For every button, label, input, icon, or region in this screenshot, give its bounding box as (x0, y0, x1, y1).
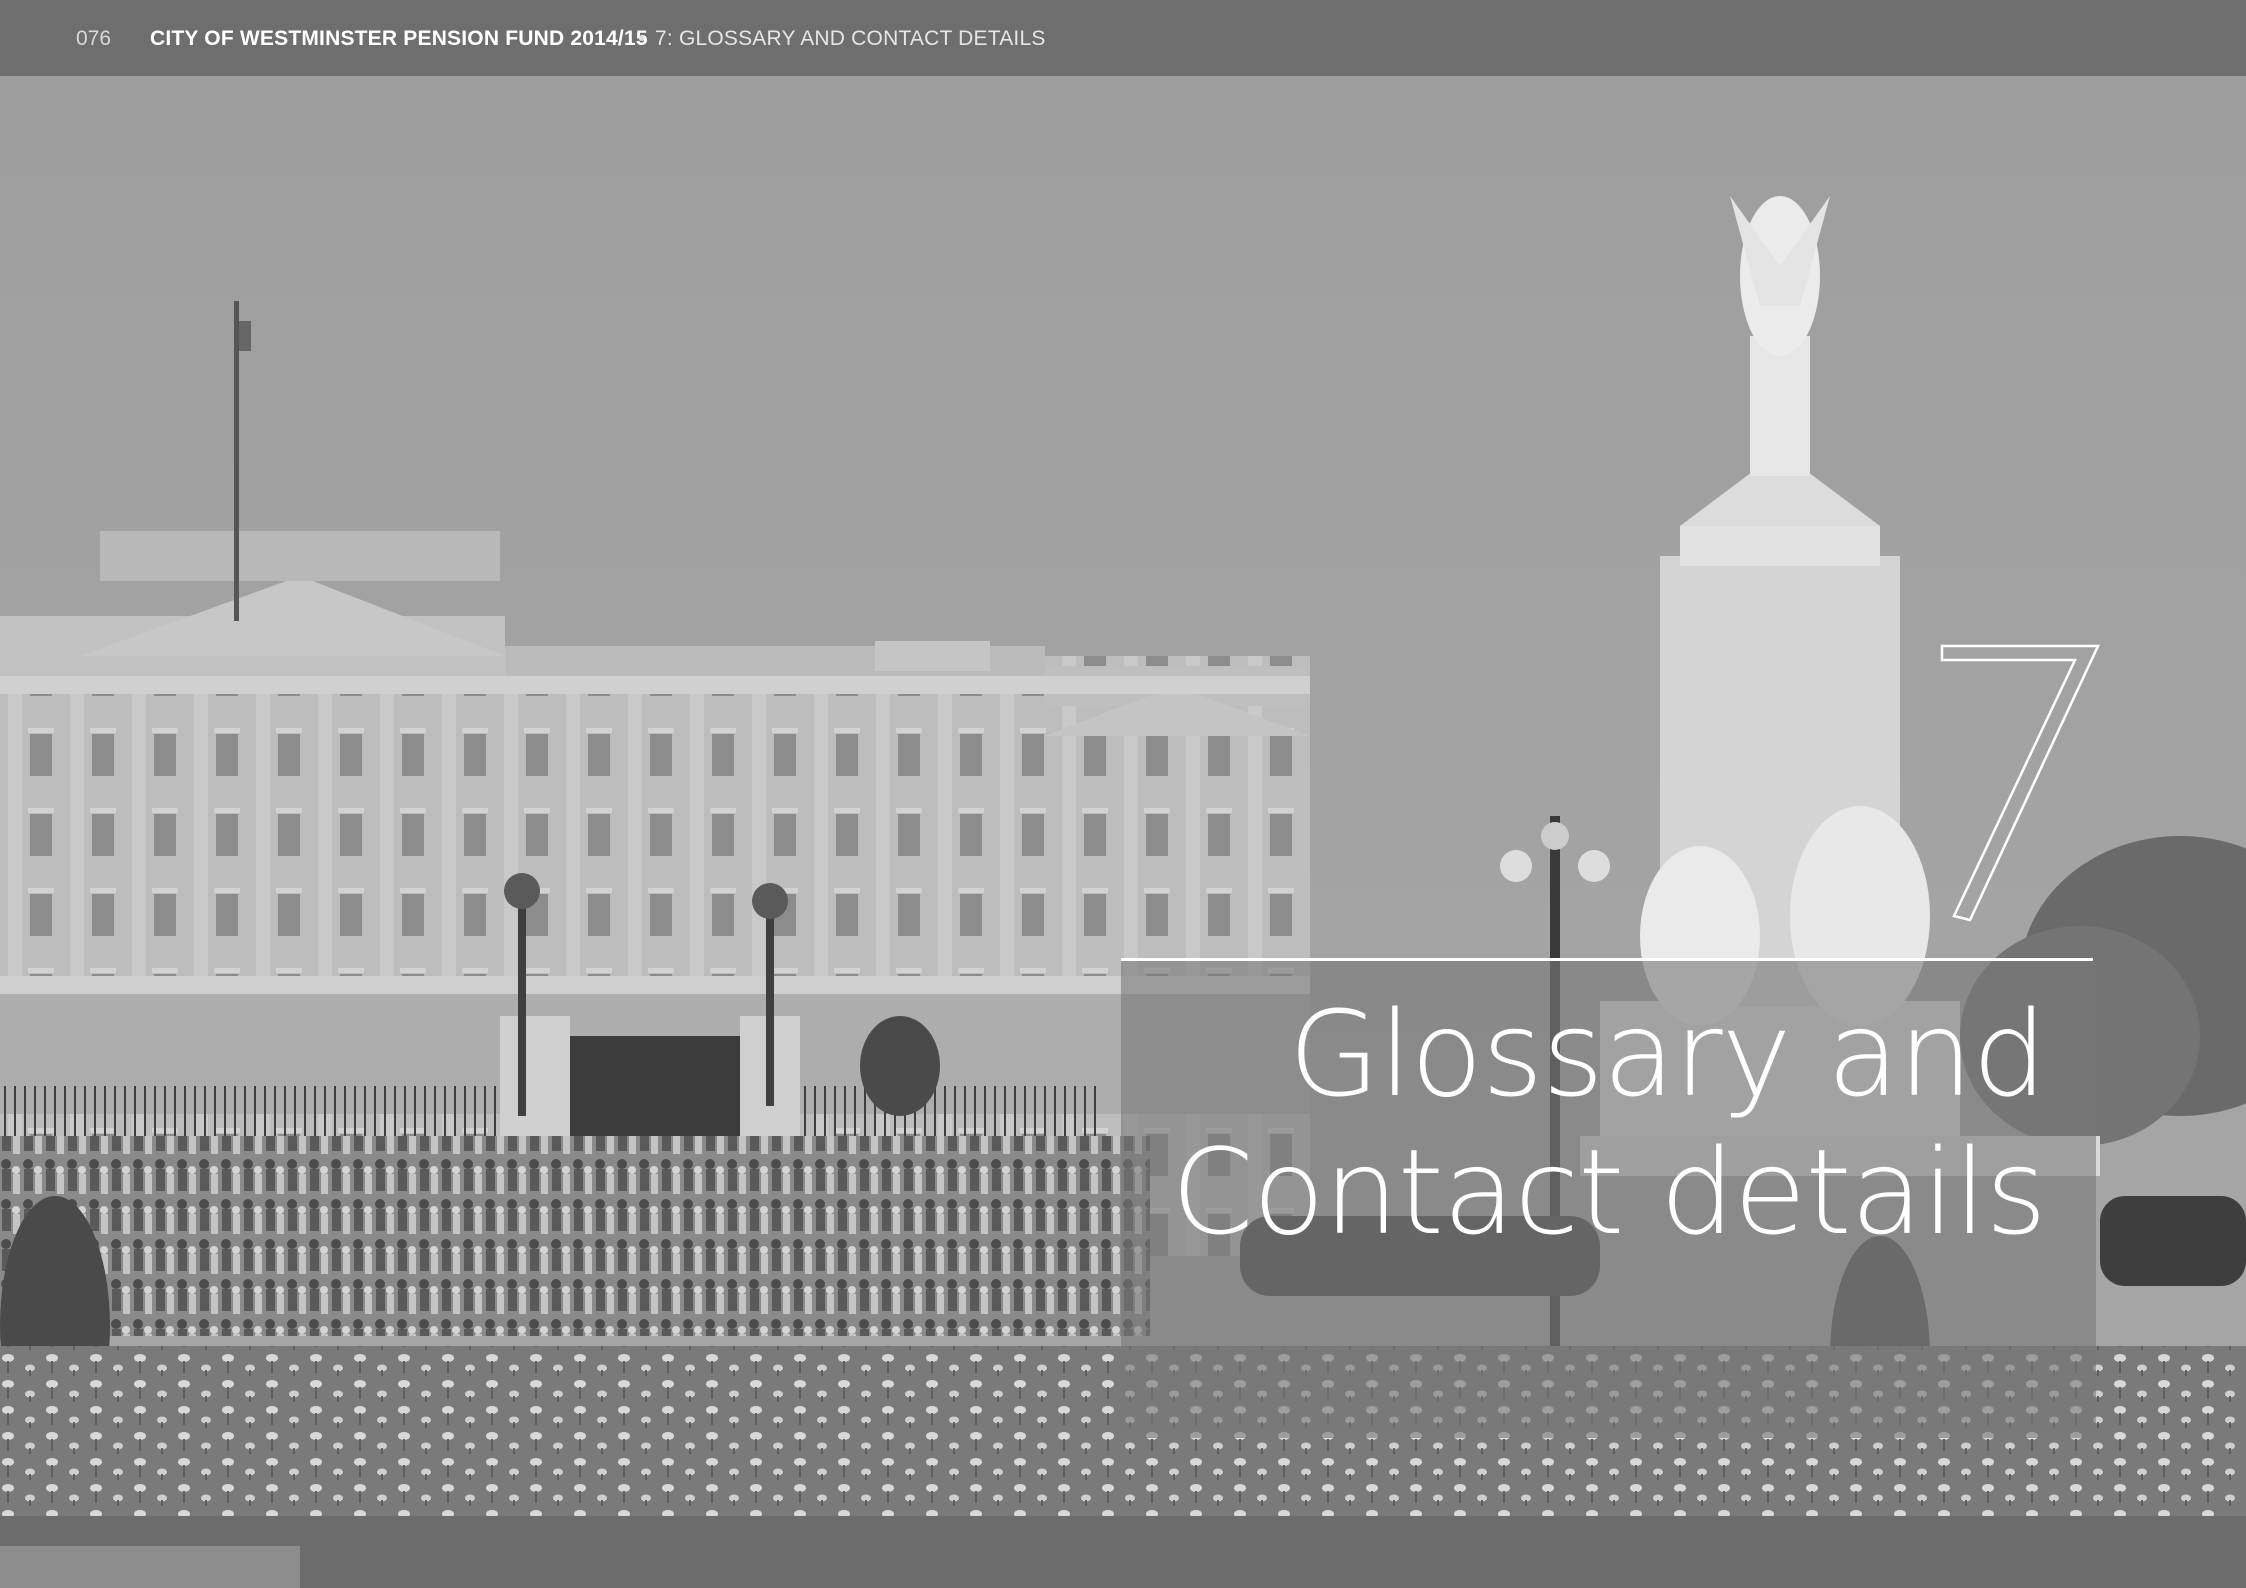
page-number: 076 (76, 27, 112, 50)
header-separator: • (638, 27, 646, 50)
heading-rule (1121, 958, 2093, 961)
section-title: 7: GLOSSARY AND CONTACT DETAILS (655, 27, 1046, 50)
heading-line-2: Contact details (1171, 1123, 2047, 1261)
chapter-heading: Glossary and Contact details (1171, 985, 2047, 1261)
report-title: CITY OF WESTMINSTER PENSION FUND 2014/15 (150, 27, 648, 50)
chapter-number-outline (1940, 644, 2100, 922)
heading-line-1: Glossary and (1288, 985, 2047, 1123)
page-header: 076 CITY OF WESTMINSTER PENSION FUND 201… (0, 0, 2246, 76)
